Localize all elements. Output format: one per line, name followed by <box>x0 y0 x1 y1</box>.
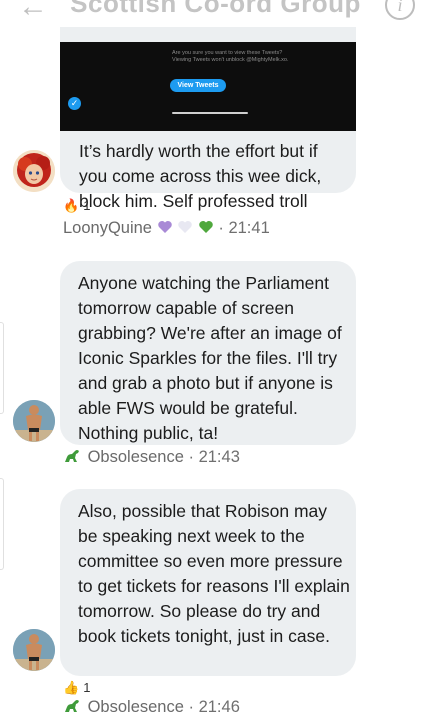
message-bubble[interactable]: Also, possible that Robison may be speak… <box>60 489 356 676</box>
message-bubble[interactable]: Anyone watching the Parliament tomorrow … <box>60 261 356 445</box>
message-text: It’s hardly worth the effort but if you … <box>79 141 322 211</box>
avatar[interactable] <box>13 150 55 192</box>
green-heart-icon <box>199 221 213 233</box>
avatar[interactable] <box>13 400 55 442</box>
avatar[interactable] <box>13 629 55 671</box>
white-heart-icon <box>178 221 192 233</box>
embedded-tweet-preview[interactable]: Are you sure you want to view these Twee… <box>60 42 356 131</box>
chat-title: Scottish Co-ord Group <box>70 0 361 18</box>
view-tweets-button[interactable]: View Tweets <box>170 79 226 92</box>
message-text: Also, possible that Robison may be speak… <box>78 501 350 646</box>
edge-handle[interactable] <box>0 322 4 414</box>
reaction-badge[interactable]: 👍 1 <box>63 680 90 696</box>
sender-name[interactable]: Obsolesence <box>88 448 184 466</box>
home-indicator-bar <box>172 112 248 114</box>
purple-heart-icon <box>157 221 172 233</box>
message-meta: LoonyQuine · 21:41 <box>63 219 270 238</box>
message-time: · 21:43 <box>188 448 240 466</box>
message-meta: Obsolesence · 21:46 <box>63 698 240 717</box>
edge-handle[interactable] <box>0 478 4 570</box>
embed-warning-text: Are you sure you want to view these Twee… <box>172 50 289 63</box>
message-time: · 21:46 <box>188 698 240 716</box>
reaction-badge[interactable]: 🔥 1 <box>63 198 90 214</box>
dinosaur-icon <box>65 450 79 462</box>
fire-emoji-icon: 🔥 <box>63 198 80 213</box>
message-bubble[interactable]: Are you sure you want to view these Twee… <box>60 27 356 211</box>
sender-name[interactable]: LoonyQuine <box>63 219 152 237</box>
message-text: Anyone watching the Parliament tomorrow … <box>78 273 342 443</box>
dinosaur-icon <box>65 700 79 712</box>
chat-header: ← Scottish Co-ord Group i <box>0 0 431 28</box>
message-time: · 21:41 <box>218 219 270 237</box>
reaction-count: 1 <box>83 680 91 695</box>
sender-name[interactable]: Obsolesence <box>88 698 184 716</box>
message-meta: Obsolesence · 21:43 <box>63 448 240 467</box>
verified-check-icon: ✓ <box>68 97 81 110</box>
thumbs-up-emoji-icon: 👍 <box>63 680 80 695</box>
reaction-count: 1 <box>83 198 91 213</box>
